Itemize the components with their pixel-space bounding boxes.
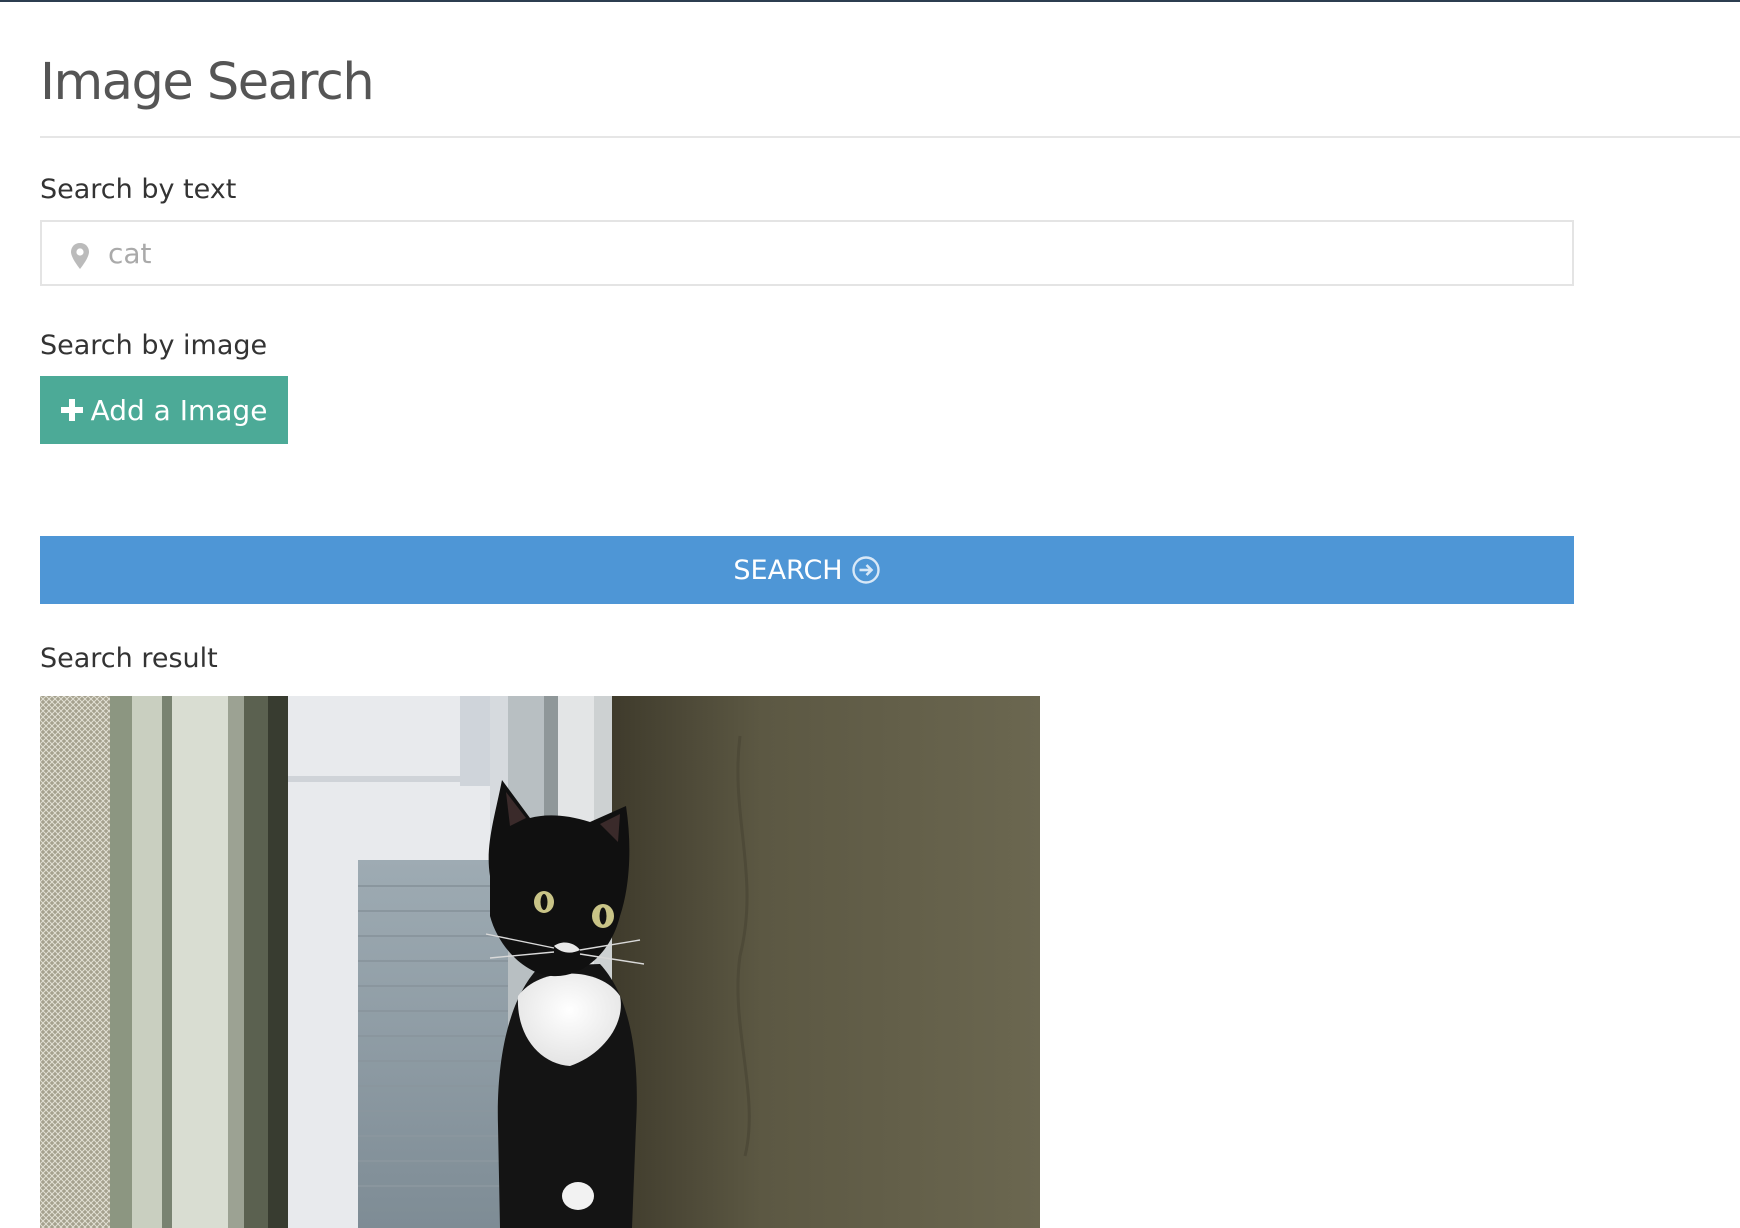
search-result-image[interactable] (40, 696, 1040, 1228)
plus-icon (60, 399, 83, 421)
image-search-label: Search by image (40, 330, 268, 361)
add-image-button-label: Add a Image (90, 393, 268, 427)
map-marker-icon (71, 243, 89, 269)
text-search-label: Search by text (40, 174, 237, 205)
search-button[interactable]: SEARCH (40, 536, 1574, 604)
search-text-input[interactable] (108, 230, 1548, 276)
top-bar (0, 0, 1740, 2)
text-search-field[interactable] (40, 220, 1574, 286)
page-title: Image Search (40, 53, 375, 112)
title-divider (40, 136, 1740, 138)
cat-photo (40, 696, 1040, 1228)
search-result-label: Search result (40, 643, 218, 674)
arrow-circle-right-icon (851, 556, 880, 584)
add-image-button[interactable]: Add a Image (40, 376, 288, 444)
search-button-label: SEARCH (733, 554, 843, 586)
